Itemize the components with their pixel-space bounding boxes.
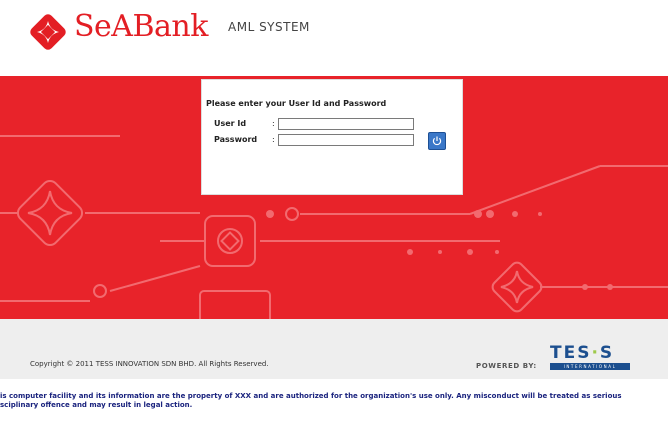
tess-word-part-2: S — [599, 343, 615, 363]
login-prompt: Please enter your User Id and Password — [206, 99, 387, 108]
disclaimer-line-1: is computer facility and its information… — [0, 392, 622, 400]
tess-logo: TES·S INTERNATIONAL — [548, 343, 632, 371]
user-id-colon: : — [272, 119, 275, 128]
password-label: Password — [214, 135, 258, 144]
password-colon: : — [272, 135, 275, 144]
user-id-input[interactable] — [278, 118, 414, 130]
login-panel: Please enter your User Id and Password U… — [201, 79, 463, 195]
login-button[interactable] — [428, 132, 446, 150]
disclaimer-line-2: sciplinary offence and may result in leg… — [0, 401, 193, 409]
powered-by-label: POWERED BY: — [476, 362, 537, 370]
tess-logo-word: TES·S — [550, 343, 614, 363]
power-icon — [432, 136, 442, 146]
system-name: AML SYSTEM — [228, 20, 310, 34]
tess-logo-dot: · — [591, 343, 600, 363]
seabank-logo-icon — [30, 14, 66, 50]
password-input[interactable] — [278, 134, 414, 146]
brand-name: SeABank — [74, 9, 208, 44]
user-id-label: User Id — [214, 119, 247, 128]
header: SeABank AML SYSTEM — [0, 0, 668, 76]
tess-word-part-1: TES — [550, 343, 592, 363]
tess-logo-subtitle: INTERNATIONAL — [550, 363, 630, 370]
disclaimer-text: is computer facility and its information… — [0, 392, 640, 410]
copyright-text: Copyright © 2011 TESS INNOVATION SDN BHD… — [30, 360, 269, 368]
login-banner: Please enter your User Id and Password U… — [0, 76, 668, 319]
footer: Copyright © 2011 TESS INNOVATION SDN BHD… — [0, 319, 668, 422]
